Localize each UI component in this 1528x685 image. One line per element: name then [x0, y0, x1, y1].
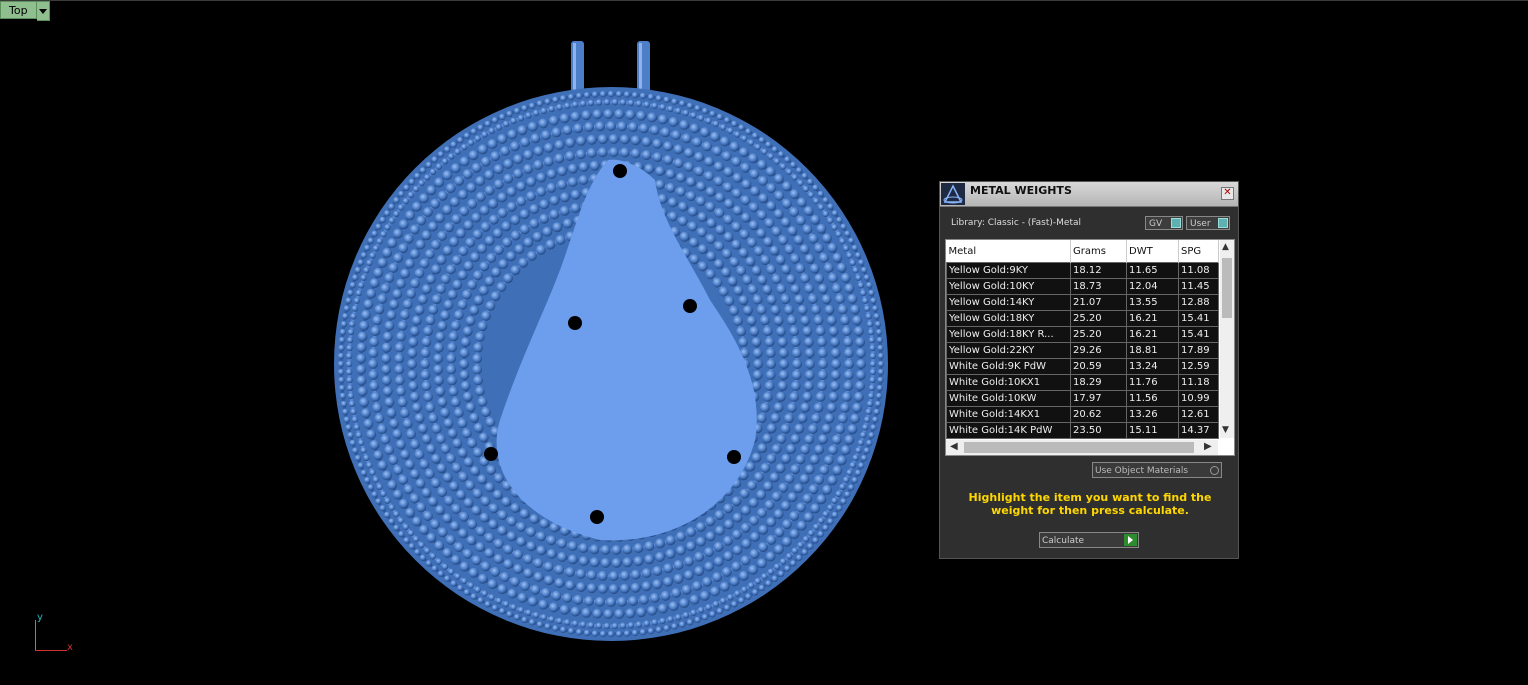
scroll-left-icon[interactable]: ◀ [950, 441, 958, 452]
use-object-materials-toggle[interactable]: Use Object Materials [1092, 462, 1222, 478]
table-row[interactable]: Yellow Gold:14KY 21.07 13.55 12.88 [946, 294, 1219, 311]
scrollbar-thumb[interactable] [1222, 258, 1232, 318]
table-cell: Yellow Gold:9KY [946, 262, 1071, 279]
user-toggle[interactable]: User [1186, 216, 1230, 230]
axis-gizmo: y x [30, 612, 80, 657]
user-toggle-label: User [1190, 219, 1211, 229]
table-cell: 11.08 [1178, 262, 1219, 279]
table-cell: 11.18 [1178, 374, 1219, 391]
table-cell: 17.97 [1070, 390, 1127, 407]
scrollbar-thumb[interactable] [964, 442, 1194, 453]
table-row[interactable]: White Gold:10KW 17.97 11.56 10.99 [946, 390, 1219, 407]
table-row[interactable]: Yellow Gold:10KY 18.73 12.04 11.45 [946, 278, 1219, 295]
scroll-right-icon[interactable]: ▶ [1204, 441, 1212, 452]
column-header[interactable]: Grams [1070, 240, 1127, 263]
table-cell: 21.07 [1070, 294, 1127, 311]
table-cell: 25.20 [1070, 326, 1127, 343]
column-header[interactable]: SPG [1178, 240, 1219, 263]
table-cell: 17.89 [1178, 342, 1219, 359]
pendant-model-render[interactable] [0, 0, 1528, 685]
view-label[interactable]: Top [0, 1, 37, 19]
table-cell: 25.20 [1070, 310, 1127, 327]
table-cell: 16.21 [1126, 310, 1179, 327]
viewport-view-selector[interactable]: Top [0, 1, 50, 21]
table-cell: White Gold:14KX1 [946, 406, 1071, 423]
horizontal-scrollbar[interactable]: ◀ ▶ [946, 440, 1218, 455]
table-cell: Yellow Gold:10KY [946, 278, 1071, 295]
instruction-text: Highlight the item you want to find the … [968, 491, 1212, 517]
table-cell: 29.26 [1070, 342, 1127, 359]
x-axis-line [35, 650, 67, 651]
table-cell: Yellow Gold:14KY [946, 294, 1071, 311]
table-row[interactable]: White Gold:10KX1 18.29 11.76 11.18 [946, 374, 1219, 391]
table-cell: 16.21 [1126, 326, 1179, 343]
table-row[interactable]: White Gold:9K PdW 20.59 13.24 12.59 [946, 358, 1219, 375]
y-axis-label: y [37, 612, 43, 623]
panel-titlebar[interactable]: METAL WEIGHTS ✕ [940, 182, 1238, 207]
close-icon[interactable]: ✕ [1221, 187, 1234, 200]
metal-weights-table[interactable]: Metal Grams DWT SPG Yellow Gold:9KY 18.12 11.… [945, 239, 1235, 456]
table-cell: 14.37 [1178, 422, 1219, 439]
table-cell: 18.12 [1070, 262, 1127, 279]
scroll-down-icon[interactable]: ▼ [1222, 425, 1229, 435]
table-cell: White Gold:9K PdW [946, 358, 1071, 375]
table-row[interactable]: Yellow Gold:18KY R... 25.20 16.21 15.41 [946, 326, 1219, 343]
table-cell: 15.41 [1178, 310, 1219, 327]
table-row[interactable]: Yellow Gold:18KY 25.20 16.21 15.41 [946, 310, 1219, 327]
table-cell: 23.50 [1070, 422, 1127, 439]
calculate-label: Calculate [1042, 536, 1085, 546]
table-cell: White Gold:14K PdW [946, 422, 1071, 439]
table-cell: 13.55 [1126, 294, 1179, 311]
toggle-knob-icon [1218, 218, 1228, 228]
table-cell: 13.26 [1126, 406, 1179, 423]
table-cell: 15.41 [1178, 326, 1219, 343]
column-header[interactable]: DWT [1126, 240, 1179, 263]
table-cell: 18.81 [1126, 342, 1179, 359]
table-row[interactable]: Yellow Gold:9KY 18.12 11.65 11.08 [946, 262, 1219, 279]
table-cell: White Gold:10KX1 [946, 374, 1071, 391]
table-cell: White Gold:10KW [946, 390, 1071, 407]
table-cell: 12.61 [1178, 406, 1219, 423]
gv-toggle-label: GV [1149, 219, 1163, 229]
gv-toggle[interactable]: GV [1145, 216, 1183, 230]
use-object-materials-label: Use Object Materials [1095, 466, 1189, 476]
table-cell: 20.59 [1070, 358, 1127, 375]
table-cell: 12.59 [1178, 358, 1219, 375]
panel-title: METAL WEIGHTS [970, 184, 1072, 197]
table-cell: 11.56 [1126, 390, 1179, 407]
table-cell: 11.76 [1126, 374, 1179, 391]
vertical-scrollbar[interactable]: ▲ ▼ [1220, 240, 1234, 438]
table-cell: Yellow Gold:18KY [946, 310, 1071, 327]
table-cell: 12.88 [1178, 294, 1219, 311]
app-logo-icon [941, 183, 965, 205]
table-row[interactable]: White Gold:14K PdW 23.50 15.11 14.37 [946, 422, 1219, 439]
x-axis-label: x [67, 642, 73, 653]
chevron-down-icon[interactable] [36, 1, 50, 21]
table-cell: 20.62 [1070, 406, 1127, 423]
y-axis-line [35, 620, 36, 650]
column-header[interactable]: Metal [946, 240, 1071, 263]
table-cell: 18.29 [1070, 374, 1127, 391]
table-cell: 18.73 [1070, 278, 1127, 295]
library-label: Library: Classic - (Fast)-Metal [951, 218, 1082, 228]
table-cell: 15.11 [1126, 422, 1179, 439]
calculate-button[interactable]: Calculate [1039, 532, 1139, 548]
table-row[interactable]: White Gold:14KX1 20.62 13.26 12.61 [946, 406, 1219, 423]
scroll-up-icon[interactable]: ▲ [1222, 242, 1229, 252]
toggle-knob-icon [1171, 218, 1181, 228]
table-cell: 13.24 [1126, 358, 1179, 375]
table-row[interactable]: Yellow Gold:22KY 29.26 18.81 17.89 [946, 342, 1219, 359]
play-arrow-icon[interactable] [1124, 534, 1137, 546]
radio-indicator-icon [1210, 466, 1219, 475]
table-cell: Yellow Gold:22KY [946, 342, 1071, 359]
table-cell: 11.65 [1126, 262, 1179, 279]
table-cell: 10.99 [1178, 390, 1219, 407]
table-cell: 12.04 [1126, 278, 1179, 295]
table-cell: 11.45 [1178, 278, 1219, 295]
metal-weights-panel: METAL WEIGHTS ✕ Library: Classic - (Fast… [939, 181, 1239, 559]
pendant-bail [571, 41, 650, 93]
table-cell: Yellow Gold:18KY R... [946, 326, 1071, 343]
